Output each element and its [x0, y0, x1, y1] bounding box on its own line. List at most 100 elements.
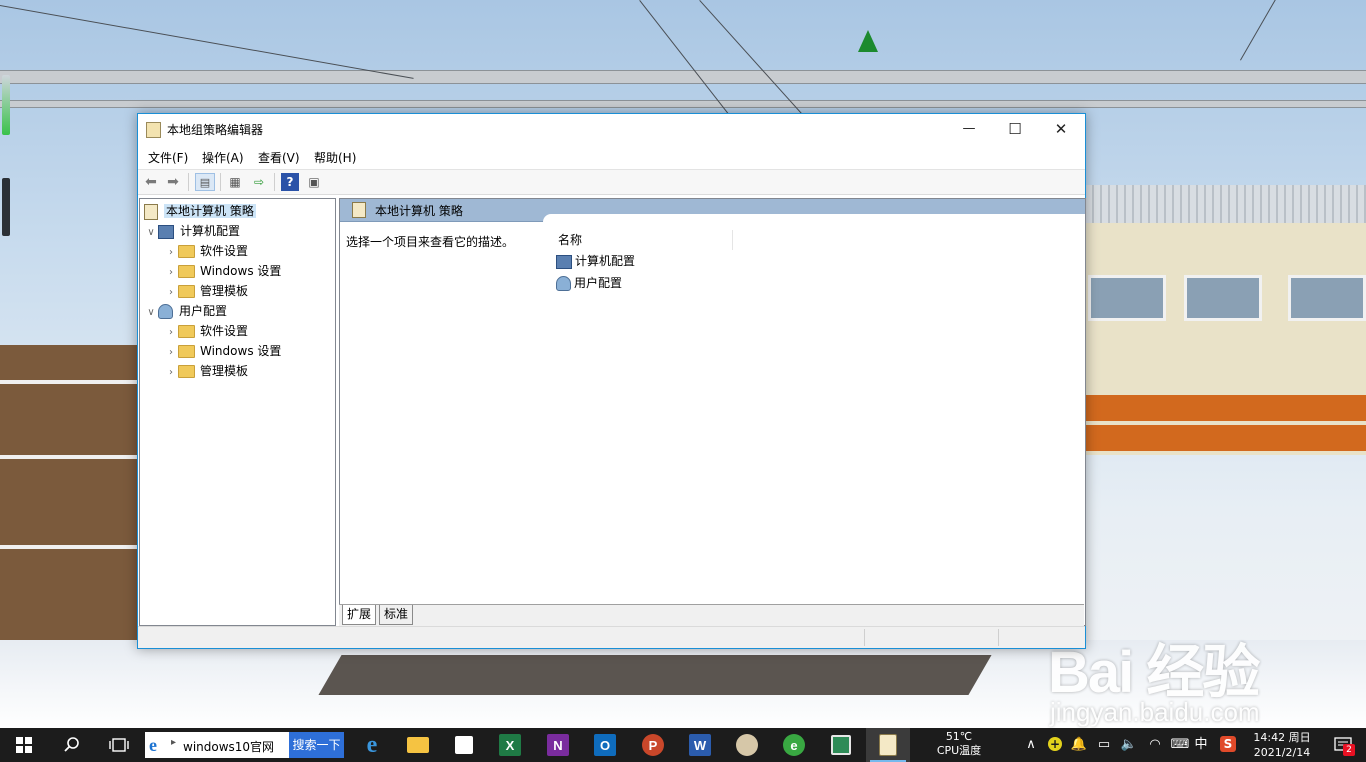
tree-item-user-config[interactable]: ∨ 用户配置 — [144, 301, 227, 321]
onenote-icon: N — [547, 734, 569, 756]
view-tabs: 扩展 标准 — [339, 604, 1084, 626]
taskbar-app-edge[interactable]: e — [350, 728, 394, 762]
show-hidden-icons-chevron-icon[interactable]: ∧ — [1022, 728, 1040, 762]
taskbar-app-photos[interactable] — [819, 728, 863, 762]
list-item[interactable]: 用户配置 — [556, 273, 622, 293]
tree-label: 软件设置 — [200, 244, 249, 258]
list-item[interactable]: 计算机配置 — [556, 251, 635, 271]
paint-icon — [736, 734, 758, 756]
folder-icon — [178, 245, 195, 258]
ime-language-indicator[interactable]: 中 — [1190, 728, 1212, 762]
chevron-right-icon[interactable]: › — [164, 283, 178, 303]
policy-icon — [352, 202, 366, 218]
taskbar-app-word[interactable]: W — [678, 728, 722, 762]
network-icon[interactable]: ◠ — [1144, 728, 1166, 762]
forward-arrow-icon[interactable]: ➡ — [164, 173, 182, 191]
task-view-icon — [109, 738, 129, 752]
bell-icon[interactable]: 🔔 — [1068, 728, 1090, 762]
tray-plus-icon[interactable]: + — [1044, 728, 1066, 762]
menu-help[interactable]: 帮助(H) — [314, 149, 356, 166]
status-bar — [138, 626, 1085, 648]
column-header-name[interactable]: 名称 — [558, 230, 733, 250]
group-policy-editor-window: 本地组策略编辑器 — ☐ ✕ 文件(F) 操作(A) 查看(V) 帮助(H) ⬅… — [137, 113, 1086, 649]
search-icon — [64, 737, 79, 752]
menu-action[interactable]: 操作(A) — [202, 149, 244, 166]
export-list-icon[interactable]: ⇨ — [250, 173, 268, 191]
tree-item-user-windows-settings[interactable]: › Windows 设置 — [164, 341, 281, 361]
policy-app-icon — [146, 122, 161, 138]
system-clock[interactable]: 14:42 周日 2021/2/14 — [1246, 730, 1318, 760]
search-button[interactable] — [50, 728, 94, 762]
folder-icon — [178, 325, 195, 338]
taskbar-app-excel[interactable]: X — [488, 728, 532, 762]
clock-date: 2021/2/14 — [1253, 746, 1311, 759]
properties-icon[interactable]: ▦ — [226, 173, 244, 191]
close-button[interactable]: ✕ — [1038, 114, 1084, 144]
tree-item-windows-settings[interactable]: › Windows 设置 — [164, 261, 281, 281]
tree-item-user-software-settings[interactable]: › 软件设置 — [164, 321, 248, 341]
help-icon[interactable]: ? — [281, 173, 299, 191]
wallpaper-building-left — [0, 345, 138, 645]
edge-icon: e — [366, 731, 378, 758]
chevron-right-icon[interactable]: › — [164, 263, 178, 283]
tree-label: 管理模板 — [200, 364, 249, 378]
title-bar[interactable]: 本地组策略编辑器 — ☐ ✕ — [138, 114, 1085, 144]
start-button[interactable] — [2, 728, 46, 762]
wallpaper-gantry — [0, 70, 1366, 84]
show-action-pane-icon[interactable]: ▣ — [305, 173, 323, 191]
word-icon: W — [689, 734, 711, 756]
tree-label: Windows 设置 — [200, 344, 282, 358]
tree-item-admin-templates[interactable]: › 管理模板 — [164, 281, 248, 301]
taskbar-app-explorer[interactable] — [396, 728, 440, 762]
taskbar-app-paint[interactable] — [725, 728, 769, 762]
taskbar-app-powerpoint[interactable]: P — [631, 728, 675, 762]
menu-view[interactable]: 查看(V) — [258, 149, 300, 166]
menu-file[interactable]: 文件(F) — [148, 149, 188, 166]
chevron-right-icon[interactable]: › — [164, 243, 178, 263]
tab-extended[interactable]: 扩展 — [342, 605, 377, 625]
chevron-right-icon[interactable]: › — [164, 343, 178, 363]
search-query: windows10官网 — [183, 740, 275, 754]
back-arrow-icon[interactable]: ⬅ — [142, 173, 160, 191]
chevron-right-icon[interactable]: › — [164, 323, 178, 343]
tree-item-user-admin-templates[interactable]: › 管理模板 — [164, 361, 248, 381]
taskbar-app-360[interactable]: e — [772, 728, 816, 762]
taskbar-app-onenote[interactable]: N — [536, 728, 580, 762]
tree-item-computer-config[interactable]: ∨ 计算机配置 — [144, 221, 240, 241]
description-text: 选择一个项目来查看它的描述。 — [346, 235, 515, 249]
folder-icon — [178, 345, 195, 358]
show-hide-tree-icon[interactable]: ▤ — [195, 173, 215, 191]
tree-item-local-policy[interactable]: 本地计算机 策略 — [144, 201, 256, 221]
cpu-temperature-widget[interactable]: 51℃ CPU温度 — [925, 730, 993, 758]
folder-icon — [178, 285, 195, 298]
ime-mode-icon[interactable]: ⌨ — [1168, 728, 1192, 762]
maximize-button[interactable]: ☐ — [992, 114, 1038, 144]
user-icon — [158, 304, 173, 319]
browser-search-box[interactable]: e ▸ windows10官网 — [145, 732, 289, 758]
chevron-down-icon[interactable]: ∨ — [144, 303, 158, 323]
tree-ornament-icon — [858, 30, 878, 52]
battery-icon[interactable]: ▭ — [1092, 728, 1116, 762]
outlook-icon: O — [594, 734, 616, 756]
taskbar-app-store[interactable] — [442, 728, 486, 762]
user-icon — [556, 276, 571, 291]
file-explorer-icon — [407, 737, 429, 753]
tree-item-software-settings[interactable]: › 软件设置 — [164, 241, 248, 261]
list-item-label: 用户配置 — [574, 276, 623, 290]
wallpaper-platform — [318, 655, 992, 695]
tab-standard[interactable]: 标准 — [379, 605, 414, 625]
task-view-button[interactable] — [97, 728, 141, 762]
taskbar-app-outlook[interactable]: O — [583, 728, 627, 762]
minimize-button[interactable]: — — [946, 114, 992, 144]
action-center-button[interactable]: 2 — [1328, 732, 1358, 758]
taskbar-app-gpedit[interactable] — [866, 728, 910, 762]
menu-bar: 文件(F) 操作(A) 查看(V) 帮助(H) — [138, 146, 1085, 168]
status-separator — [864, 629, 865, 646]
console-tree: 本地计算机 策略 ∨ 计算机配置 › 软件设置 › Windows 设置 › 管理模板 … — [139, 198, 336, 626]
chevron-down-icon[interactable]: ∨ — [144, 223, 158, 243]
volume-icon[interactable]: 🔈 — [1118, 728, 1140, 762]
search-go-button[interactable]: 搜索一下 — [289, 732, 344, 758]
sogou-ime-icon[interactable]: S — [1216, 728, 1240, 762]
chevron-right-icon[interactable]: › — [164, 363, 178, 383]
tree-label: 软件设置 — [200, 324, 249, 338]
